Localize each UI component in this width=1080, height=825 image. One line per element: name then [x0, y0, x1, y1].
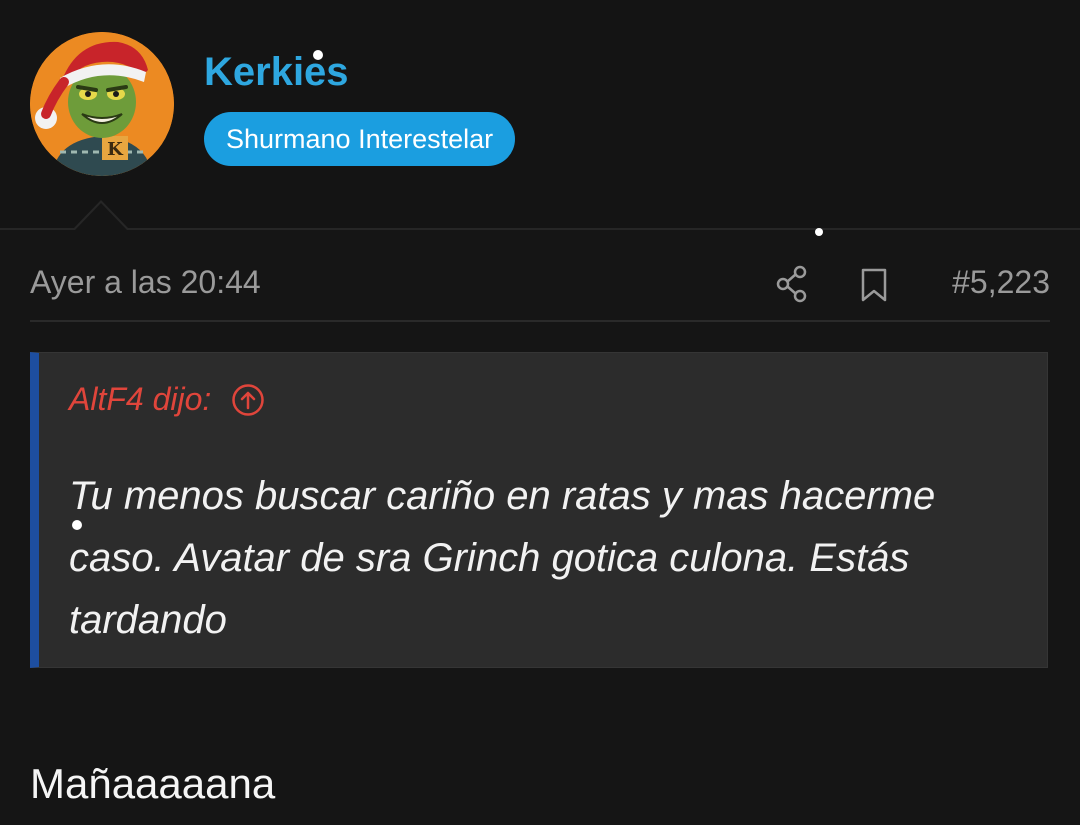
quote-text: Tu menos buscar cariño en ratas y mas ha… — [69, 474, 936, 642]
username[interactable]: Kerkies — [204, 50, 349, 95]
header-caret-fill — [75, 203, 127, 230]
arrow-up-circle-icon[interactable] — [231, 383, 265, 417]
quote-block: AltF4 dijo: Tu menos buscar cariño en ra… — [30, 352, 1048, 668]
touch-dot — [313, 50, 323, 60]
avatar-badge-letter: K — [107, 139, 124, 160]
quote-header: AltF4 dijo: — [69, 381, 265, 418]
avatar[interactable]: K — [30, 32, 174, 176]
avatar-image: K — [30, 32, 174, 176]
user-title-badge: Shurmano Interestelar — [204, 112, 516, 166]
post-number-link[interactable]: #5,223 — [952, 264, 1050, 301]
touch-dot — [815, 228, 823, 236]
message-body: Mañaaaaana — [30, 760, 276, 807]
post-user-header: K Kerkies Shurmano Interestelar — [0, 0, 1080, 230]
quote-author[interactable]: AltF4 dijo: — [69, 381, 211, 418]
forum-post: K Kerkies Shurmano Interestelar Ayer a l… — [0, 0, 1080, 825]
post-date[interactable]: Ayer a las 20:44 — [30, 264, 261, 301]
share-icon[interactable] — [775, 265, 809, 303]
post-meta: Ayer a las 20:44 #5,223 — [30, 250, 1050, 322]
bookmark-icon[interactable] — [859, 268, 889, 302]
touch-dot — [72, 520, 82, 530]
